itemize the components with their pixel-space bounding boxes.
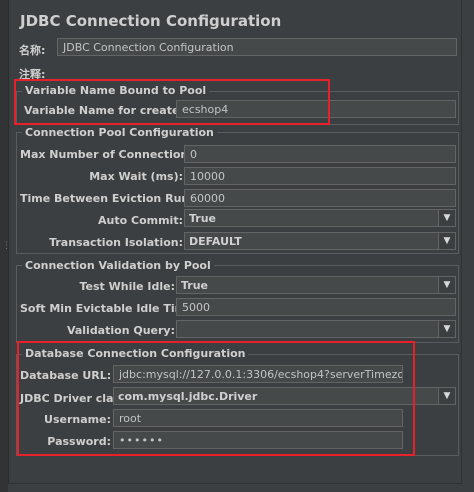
name-label: 名称: xyxy=(19,44,46,57)
resize-grip-icon: ⋮ xyxy=(2,241,11,251)
soft-min-field[interactable]: 5000 xyxy=(176,298,456,316)
chevron-down-icon[interactable]: ▼ xyxy=(438,210,455,226)
chevron-down-icon[interactable]: ▼ xyxy=(438,233,455,249)
page-title: JDBC Connection Configuration xyxy=(20,12,282,30)
test-idle-select[interactable]: True ▼ xyxy=(176,276,456,294)
max-wait-label: Max Wait (ms): xyxy=(89,170,183,183)
name-field[interactable]: JDBC Connection Configuration xyxy=(57,38,457,56)
max-wait-field[interactable]: 10000 xyxy=(184,167,456,185)
validation-query-label: Validation Query: xyxy=(66,324,175,337)
highlight-database xyxy=(17,341,415,456)
right-border xyxy=(461,0,474,492)
panel-splitter[interactable]: ⋮ xyxy=(0,0,11,492)
auto-commit-select[interactable]: True ▼ xyxy=(184,209,456,227)
auto-commit-label: Auto Commit: xyxy=(98,214,183,227)
validation-query-select[interactable]: ▼ xyxy=(176,320,456,338)
soft-min-label: Soft Min Evictable Idle Time(ms): xyxy=(20,302,227,315)
chevron-down-icon[interactable]: ▼ xyxy=(438,321,455,337)
isolation-select[interactable]: DEFAULT ▼ xyxy=(184,232,456,250)
chevron-down-icon[interactable]: ▼ xyxy=(438,388,455,404)
eviction-label: Time Between Eviction Runs (ms): xyxy=(20,192,233,205)
max-connections-label: Max Number of Connections: xyxy=(20,148,200,161)
test-idle-label: Test While Idle: xyxy=(79,280,175,293)
isolation-label: Transaction Isolation: xyxy=(49,236,183,249)
chevron-down-icon[interactable]: ▼ xyxy=(438,277,455,293)
connection-pool-title: Connection Pool Configuration xyxy=(22,126,217,139)
validation-title: Connection Validation by Pool xyxy=(22,259,214,272)
bottom-border xyxy=(8,483,462,492)
highlight-variable-pool xyxy=(14,79,330,125)
max-connections-field[interactable]: 0 xyxy=(184,145,456,163)
eviction-field[interactable]: 60000 xyxy=(184,189,456,207)
